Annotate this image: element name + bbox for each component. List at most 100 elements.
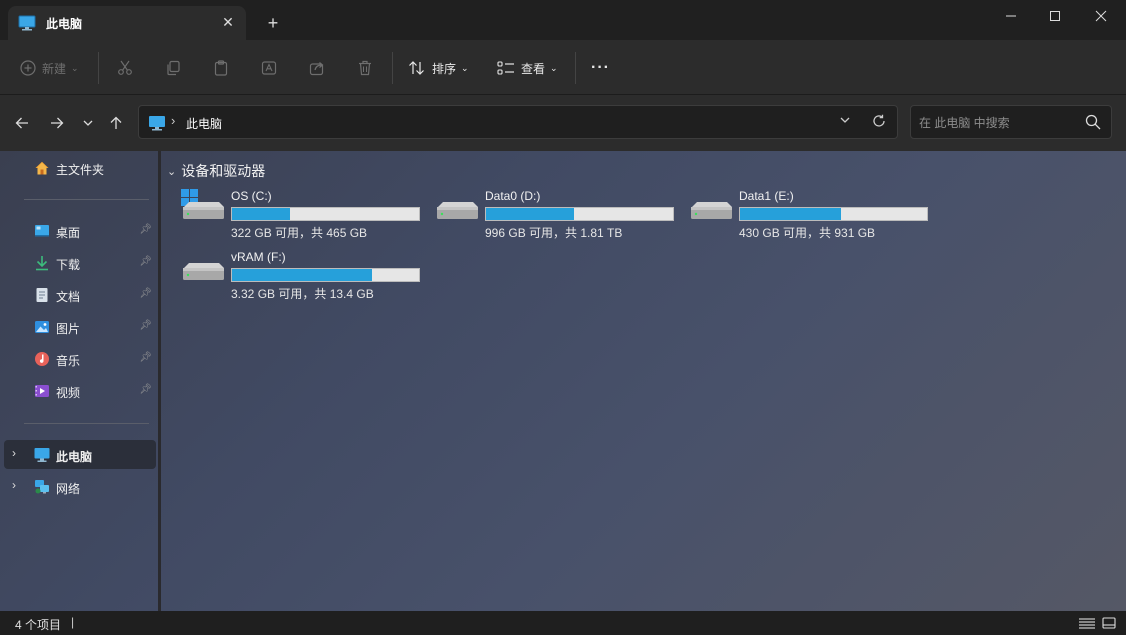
pane-splitter[interactable]	[158, 151, 161, 611]
back-button[interactable]	[10, 111, 34, 135]
delete-button[interactable]	[357, 54, 373, 82]
drive-usage-bar	[739, 207, 928, 221]
drive-usage-fill	[232, 208, 290, 220]
close-tab-icon[interactable]: ✕	[220, 14, 236, 30]
sidebar-item-label: 图片	[56, 322, 81, 336]
scissors-icon	[118, 60, 132, 75]
search-box	[910, 105, 1112, 139]
sidebar-item-documents[interactable]: 文档 📌︎	[4, 280, 156, 309]
search-input[interactable]	[919, 114, 1079, 132]
main-area: 主文件夹 桌面 📌︎ 下载 📌︎ 文档 📌︎ 图片 📌︎ 音乐 📌︎ 视频 📌︎…	[0, 151, 1126, 611]
tab-label: 此电脑	[46, 16, 83, 31]
drive-tile[interactable]: OS (C:) 322 GB 可用，共 465 GB	[181, 189, 426, 240]
arrow-left-icon	[15, 117, 28, 129]
share-button[interactable]	[309, 54, 325, 82]
chevron-down-icon: ⌄	[461, 62, 469, 73]
copy-button[interactable]	[165, 54, 181, 82]
maximize-button[interactable]	[1032, 0, 1078, 32]
new-tab-button[interactable]: +	[262, 12, 284, 34]
sort-label: 排序	[432, 61, 457, 76]
chevron-down-icon: ⌄	[71, 62, 79, 73]
rename-icon	[261, 61, 277, 75]
section-header-devices[interactable]: ⌄ 设备和驱动器	[167, 161, 265, 181]
pin-icon[interactable]: 📌︎	[139, 288, 152, 299]
sidebar-item-desktop[interactable]: 桌面 📌︎	[4, 216, 156, 245]
pin-icon[interactable]: 📌︎	[139, 352, 152, 363]
rename-button[interactable]	[261, 54, 277, 82]
sidebar-item-videos[interactable]: 视频 📌︎	[4, 376, 156, 405]
desktop-icon	[35, 225, 49, 237]
pin-icon[interactable]: 📌︎	[139, 384, 152, 395]
sidebar-item-downloads[interactable]: 下载 📌︎	[4, 248, 156, 277]
drive-free-space: 3.32 GB 可用，共 13.4 GB	[231, 287, 374, 301]
sidebar-item-label: 主文件夹	[56, 163, 105, 177]
drive-usage-bar	[231, 268, 420, 282]
up-button[interactable]	[104, 111, 128, 135]
network-icon	[35, 480, 49, 494]
plus-circle-icon	[20, 60, 36, 76]
chevron-right-icon[interactable]: ›	[12, 446, 16, 460]
more-icon: ···	[591, 59, 610, 76]
arrow-up-icon	[110, 116, 122, 129]
drive-tile[interactable]: Data1 (E:) 430 GB 可用，共 931 GB	[689, 189, 934, 240]
paste-button[interactable]	[213, 54, 229, 82]
toolbar-divider	[98, 52, 99, 84]
sidebar-item-network[interactable]: › 网络	[4, 472, 156, 501]
drive-tile[interactable]: vRAM (F:) 3.32 GB 可用，共 13.4 GB	[181, 250, 426, 301]
sort-button[interactable]: 排序 ⌄	[408, 54, 469, 82]
navigation-pane: 主文件夹 桌面 📌︎ 下载 📌︎ 文档 📌︎ 图片 📌︎ 音乐 📌︎ 视频 📌︎…	[0, 151, 158, 611]
status-bar: 4 个项目 |	[0, 611, 1126, 635]
cut-button[interactable]	[117, 54, 133, 82]
title-bar: 此电脑 ✕ +	[0, 0, 1126, 40]
tiles-view-button[interactable]	[1101, 615, 1119, 631]
pin-icon[interactable]: 📌︎	[139, 256, 152, 267]
address-dropdown-button[interactable]	[839, 114, 851, 129]
drive-name: vRAM (F:)	[231, 250, 286, 264]
search-button[interactable]	[1085, 114, 1101, 133]
sidebar-item-home[interactable]: 主文件夹	[4, 153, 156, 182]
search-icon	[1085, 114, 1101, 130]
tab-this-pc[interactable]: 此电脑 ✕	[8, 6, 246, 40]
document-icon	[36, 288, 48, 302]
forward-button[interactable]	[45, 111, 69, 135]
sidebar-item-label: 音乐	[56, 354, 81, 368]
drive-name: Data1 (E:)	[739, 189, 794, 203]
sidebar-item-music[interactable]: 音乐 📌︎	[4, 344, 156, 373]
details-view-button[interactable]	[1078, 615, 1096, 631]
chevron-right-icon[interactable]: ›	[12, 478, 16, 492]
breadcrumb-chevron-icon[interactable]: ›	[171, 113, 175, 128]
sidebar-item-this-pc[interactable]: › 此电脑	[4, 440, 156, 469]
hard-drive-icon	[437, 202, 478, 219]
refresh-button[interactable]	[872, 114, 886, 131]
new-label: 新建	[42, 61, 67, 76]
minimize-button[interactable]	[988, 0, 1034, 32]
sidebar-divider	[24, 199, 149, 200]
pin-icon[interactable]: 📌︎	[139, 224, 152, 235]
sidebar-divider	[24, 423, 149, 424]
sidebar-item-pictures[interactable]: 图片 📌︎	[4, 312, 156, 341]
recent-locations-button[interactable]	[76, 111, 100, 135]
drive-free-space: 996 GB 可用，共 1.81 TB	[485, 226, 623, 240]
drive-usage-fill	[486, 208, 574, 220]
close-window-button[interactable]	[1078, 0, 1124, 32]
pin-icon[interactable]: 📌︎	[139, 320, 152, 331]
clipboard-icon	[214, 60, 228, 76]
hard-drive-icon	[183, 263, 224, 280]
copy-icon	[167, 60, 180, 76]
breadcrumb-this-pc[interactable]: 此电脑	[186, 115, 222, 132]
monitor-icon	[149, 116, 165, 131]
drive-tile[interactable]: Data0 (D:) 996 GB 可用，共 1.81 TB	[435, 189, 680, 240]
refresh-icon	[873, 114, 885, 127]
toolbar-divider	[392, 52, 393, 84]
minimize-icon	[1006, 15, 1016, 17]
view-list-icon	[497, 61, 514, 75]
address-bar[interactable]: › 此电脑	[138, 105, 898, 139]
more-options-button[interactable]: ···	[591, 54, 610, 82]
sidebar-item-label: 桌面	[56, 226, 81, 240]
drive-usage-bar	[485, 207, 674, 221]
new-button[interactable]: 新建 ⌄	[20, 54, 79, 82]
download-icon	[36, 256, 48, 271]
sort-icon	[409, 61, 424, 75]
view-button[interactable]: 查看 ⌄	[497, 54, 558, 82]
drive-usage-fill	[740, 208, 841, 220]
